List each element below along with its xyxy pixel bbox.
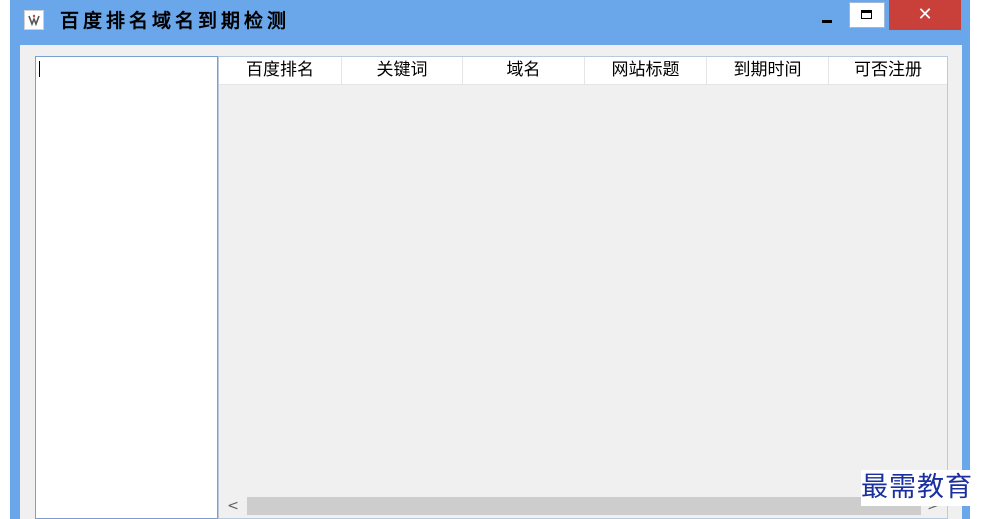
results-list-view[interactable]: 百度排名 关键词 域名 网站标题 到期时间 可否注册 < > [218,56,948,519]
column-header-keyword[interactable]: 关键词 [342,57,463,84]
column-header-registrable[interactable]: 可否注册 [829,57,947,84]
title-bar[interactable]: 百度排名域名到期检测 ✕ [10,0,970,44]
client-area: 百度排名 关键词 域名 网站标题 到期时间 可否注册 < > [20,45,962,519]
window-title: 百度排名域名到期检测 [60,10,291,32]
close-button[interactable]: ✕ [889,0,961,30]
column-header-site-title[interactable]: 网站标题 [585,57,707,84]
horizontal-scrollbar[interactable]: < > [219,494,947,518]
maximize-icon [861,10,872,19]
close-icon: ✕ [917,4,933,25]
app-logo-icon-graphic [28,14,40,27]
scrollbar-thumb[interactable] [247,497,921,515]
column-header-domain[interactable]: 域名 [463,57,585,84]
app-logo-icon [24,10,44,30]
scroll-left-arrow-icon[interactable]: < [225,494,241,518]
maximize-button[interactable] [849,2,885,28]
minimize-button[interactable] [810,4,842,30]
minimize-icon [822,20,832,23]
watermark-text: 最需教育 [861,470,979,506]
column-header-rank[interactable]: 百度排名 [219,57,342,84]
app-window: 百度排名域名到期检测 ✕ 百度排名 关键词 域名 网站标题 到期时间 可否注册 [10,0,970,519]
table-header: 百度排名 关键词 域名 网站标题 到期时间 可否注册 [219,57,947,85]
column-header-expiry-time[interactable]: 到期时间 [707,57,829,84]
text-caret [39,61,40,77]
keyword-input-area[interactable] [35,56,218,519]
